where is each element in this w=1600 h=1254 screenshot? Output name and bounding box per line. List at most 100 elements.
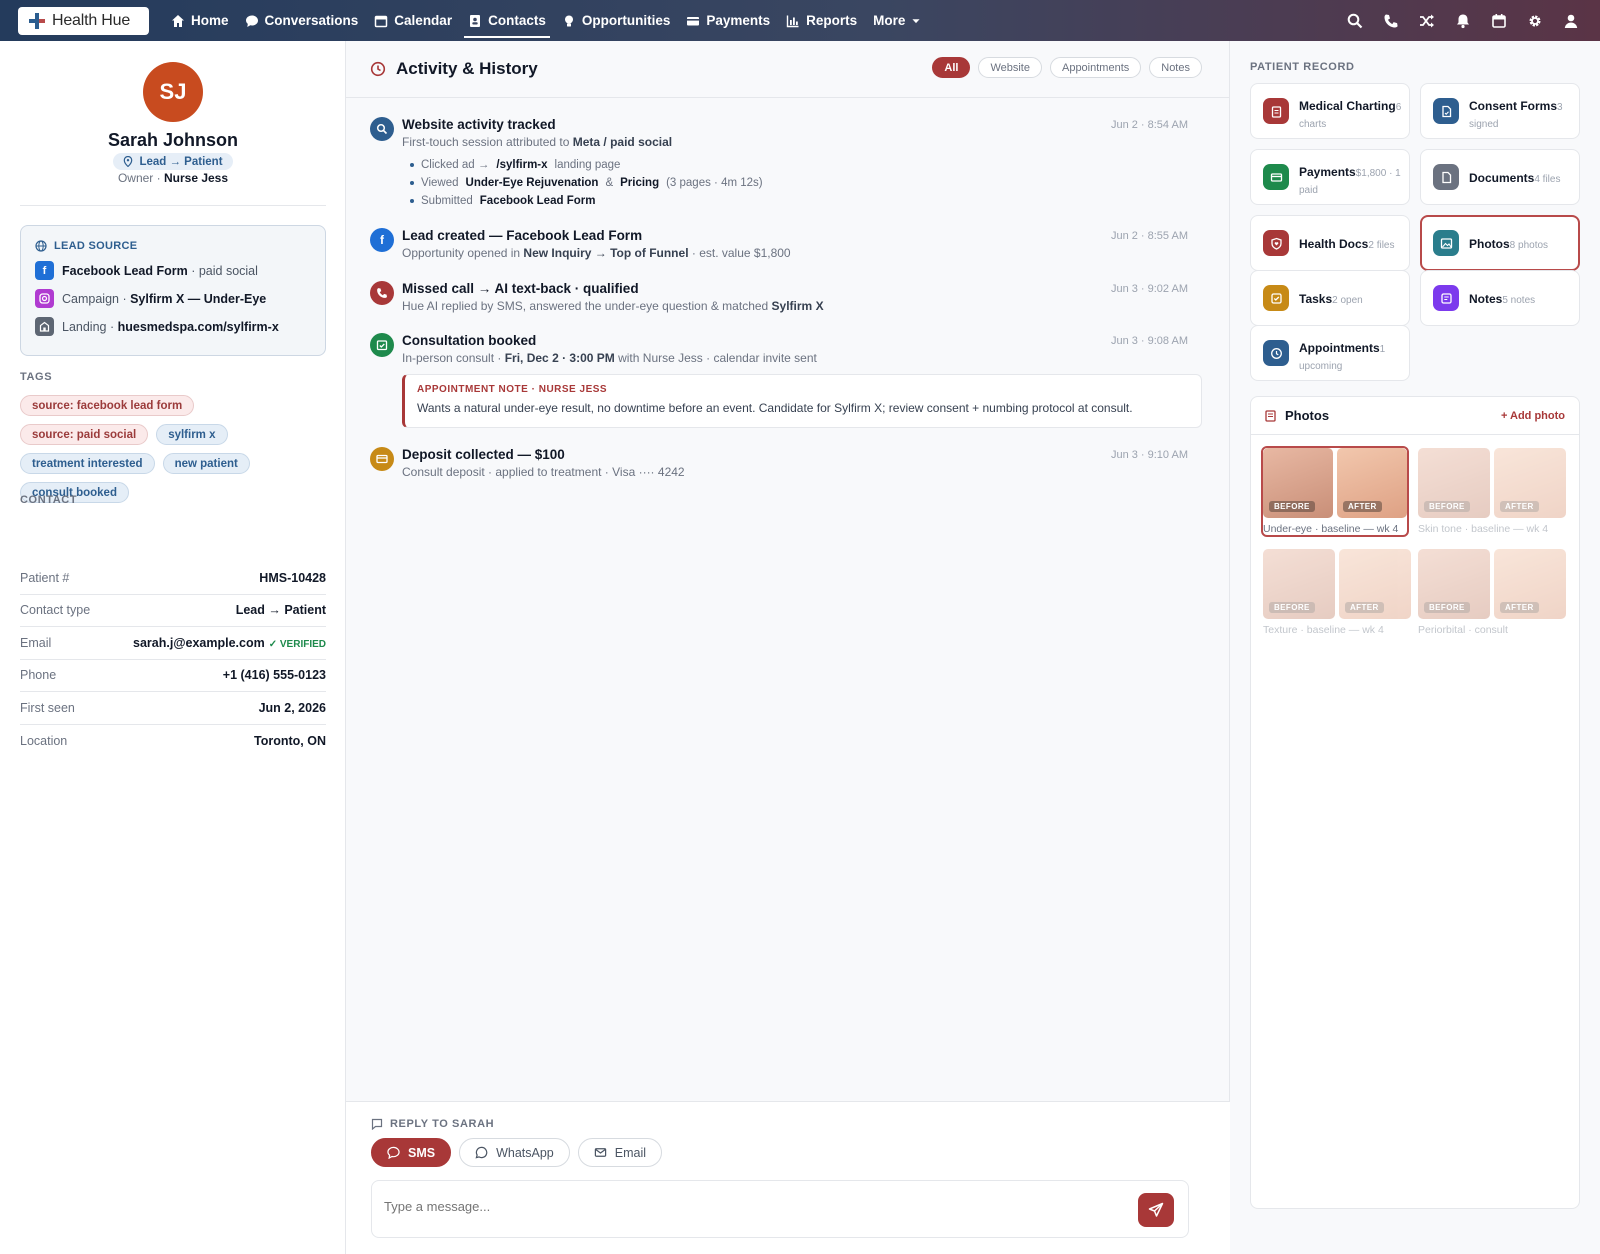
contact-value[interactable]: +1 (416) 555-0123	[223, 668, 326, 682]
tag-chip[interactable]: treatment interested	[20, 453, 155, 474]
contact-value[interactable]: Lead → Patient	[236, 603, 326, 617]
contact-value[interactable]: Jun 2, 2026	[259, 701, 326, 715]
activity-filters: All Website Appointments Notes	[932, 57, 1202, 78]
facebook-icon: f	[370, 228, 394, 252]
nav-contacts[interactable]: Contacts	[460, 0, 554, 41]
before-photo[interactable]: BEFORE	[1418, 448, 1490, 518]
owner-line: Owner · Nurse Jess	[0, 171, 346, 185]
avatar[interactable]: SJ	[143, 62, 203, 122]
globe-icon	[35, 240, 47, 252]
lead-row-pre: Campaign ·	[62, 291, 131, 306]
before-photo[interactable]: BEFORE	[1263, 448, 1333, 518]
contact-row-email: Email sarah.j@example.com ✓ VERIFIED	[20, 627, 326, 660]
card-consent-forms[interactable]: Consent Forms3 signed	[1420, 83, 1580, 139]
owner-label: Owner ·	[117, 171, 161, 185]
tag-chip[interactable]: source: facebook lead form	[20, 395, 195, 416]
search-icon[interactable]	[1346, 12, 1364, 30]
after-photo[interactable]: AFTER	[1339, 549, 1411, 619]
card-health-docs[interactable]: Health Docs2 files	[1250, 215, 1410, 271]
timeline-event-website[interactable]: Website activity tracked First-touch ses…	[370, 117, 1210, 217]
calendar-icon[interactable]	[1490, 12, 1508, 30]
timeline-event-lead-created[interactable]: f Lead created — Facebook Lead Form Oppo…	[370, 228, 1210, 268]
bell-icon[interactable]	[1454, 12, 1472, 30]
event-detail-bold: /sylfirm-x	[496, 159, 548, 171]
card-appointments[interactable]: Appointments1 upcoming	[1250, 325, 1410, 381]
photo-set[interactable]: BEFORE AFTER Under-eye · baseline — wk 4	[1261, 446, 1409, 537]
photo-set[interactable]: BEFORE AFTER Periorbital · consult	[1418, 549, 1566, 636]
before-label: BEFORE	[1424, 501, 1470, 512]
contacts-icon	[470, 14, 481, 27]
after-photo[interactable]: AFTER	[1494, 448, 1566, 518]
nav-opportunities[interactable]: Opportunities	[554, 0, 679, 41]
card-notes[interactable]: Notes5 notes	[1420, 270, 1580, 326]
app-name: Health Hue	[52, 11, 131, 29]
contact-value[interactable]: HMS-10428	[259, 571, 326, 585]
nav-reports[interactable]: Reports	[778, 0, 865, 41]
card-count: 2 files	[1368, 240, 1395, 251]
appointment-note: APPOINTMENT NOTE · NURSE JESS Wants a na…	[402, 374, 1202, 428]
channel-label: WhatsApp	[496, 1145, 554, 1160]
logo-cross-icon	[29, 12, 45, 29]
filter-notes[interactable]: Notes	[1149, 57, 1202, 78]
card-photos[interactable]: Photos8 photos	[1420, 215, 1580, 271]
send-button[interactable]	[1138, 1193, 1174, 1227]
filter-website[interactable]: Website	[978, 57, 1042, 78]
tag-chip[interactable]: sylfirm x	[156, 424, 228, 445]
after-photo[interactable]: AFTER	[1337, 448, 1407, 518]
phone-icon[interactable]	[1382, 12, 1400, 30]
facebook-icon: f	[35, 261, 54, 280]
card-medical-charting[interactable]: Medical Charting6 charts	[1250, 83, 1410, 139]
add-photo-button[interactable]: + Add photo	[1501, 410, 1565, 422]
timeline-event-deposit[interactable]: Deposit collected — $100 Consult deposit…	[370, 447, 1210, 487]
card-tasks[interactable]: Tasks2 open	[1250, 270, 1410, 326]
before-photo[interactable]: BEFORE	[1263, 549, 1335, 619]
contact-value[interactable]: Toronto, ON	[254, 734, 326, 748]
before-photo[interactable]: BEFORE	[1418, 549, 1490, 619]
timeline-event-body: Website activity tracked First-touch ses…	[402, 117, 1202, 207]
nav-more[interactable]: More	[865, 0, 929, 41]
status-badge[interactable]: Lead → Patient	[113, 153, 233, 170]
nav-home[interactable]: Home	[163, 0, 237, 41]
card-text: Notes5 notes	[1469, 290, 1577, 310]
event-sub-bold: New Inquiry → Top of Funnel	[523, 246, 689, 260]
timeline-event-missed-call[interactable]: Missed call → AI text-back · qualified H…	[370, 281, 1210, 321]
photo-pair: BEFORE AFTER	[1263, 448, 1407, 518]
nav-label: Payments	[706, 13, 771, 28]
tag-chip[interactable]: new patient	[162, 453, 250, 474]
photo-set[interactable]: BEFORE AFTER Texture · baseline — wk 4	[1263, 549, 1411, 636]
card-documents[interactable]: Documents4 files	[1420, 149, 1580, 205]
nav-calendar[interactable]: Calendar	[366, 0, 460, 41]
contact-label: Email	[20, 635, 52, 650]
timeline-event-consult-booked[interactable]: Consultation booked In-person consult · …	[370, 333, 1210, 433]
lead-source-campaign[interactable]: Campaign · Sylfirm X — Under-Eye	[35, 289, 311, 308]
photo-set[interactable]: BEFORE AFTER Skin tone · baseline — wk 4	[1418, 448, 1566, 535]
filter-appointments[interactable]: Appointments	[1049, 57, 1142, 78]
photo-album-icon	[1265, 409, 1276, 422]
card-text: Appointments1 upcoming	[1299, 339, 1407, 374]
tag-chip[interactable]: source: paid social	[20, 424, 149, 445]
note-text: Wants a natural under-eye result, no dow…	[417, 401, 1133, 415]
filter-all[interactable]: All	[932, 57, 971, 78]
app-logo[interactable]: Health Hue	[18, 6, 149, 35]
nav-label: Opportunities	[581, 13, 671, 28]
channel-email[interactable]: Email	[577, 1138, 663, 1167]
lead-source-facebook[interactable]: f Facebook Lead Form · paid social	[35, 261, 311, 280]
message-input[interactable]	[384, 1199, 1124, 1214]
card-payments[interactable]: Payments$1,800 · 1 paid	[1250, 149, 1410, 205]
lead-row-text: Campaign · Sylfirm X — Under-Eye	[62, 292, 266, 306]
card-title: Health Docs	[1299, 237, 1369, 251]
user-icon[interactable]	[1562, 12, 1580, 30]
owner-name[interactable]: Nurse Jess	[164, 171, 228, 185]
after-photo[interactable]: AFTER	[1494, 549, 1566, 619]
gear-icon[interactable]	[1526, 12, 1544, 30]
shuffle-icon[interactable]	[1418, 12, 1436, 30]
lead-source-landing[interactable]: Landing · huesmedspa.com/sylfirm-x	[35, 317, 311, 336]
building-icon	[35, 317, 54, 336]
contact-value[interactable]: sarah.j@example.com	[133, 636, 265, 650]
nav-payments[interactable]: Payments	[678, 0, 778, 41]
photos-panel: Photos + Add photo BEFORE AFTER Under-ey…	[1250, 396, 1580, 1209]
channel-whatsapp[interactable]: WhatsApp	[459, 1138, 570, 1167]
channel-sms[interactable]: SMS	[371, 1138, 452, 1167]
nav-conversations[interactable]: Conversations	[237, 0, 367, 41]
card-icon	[687, 16, 700, 25]
